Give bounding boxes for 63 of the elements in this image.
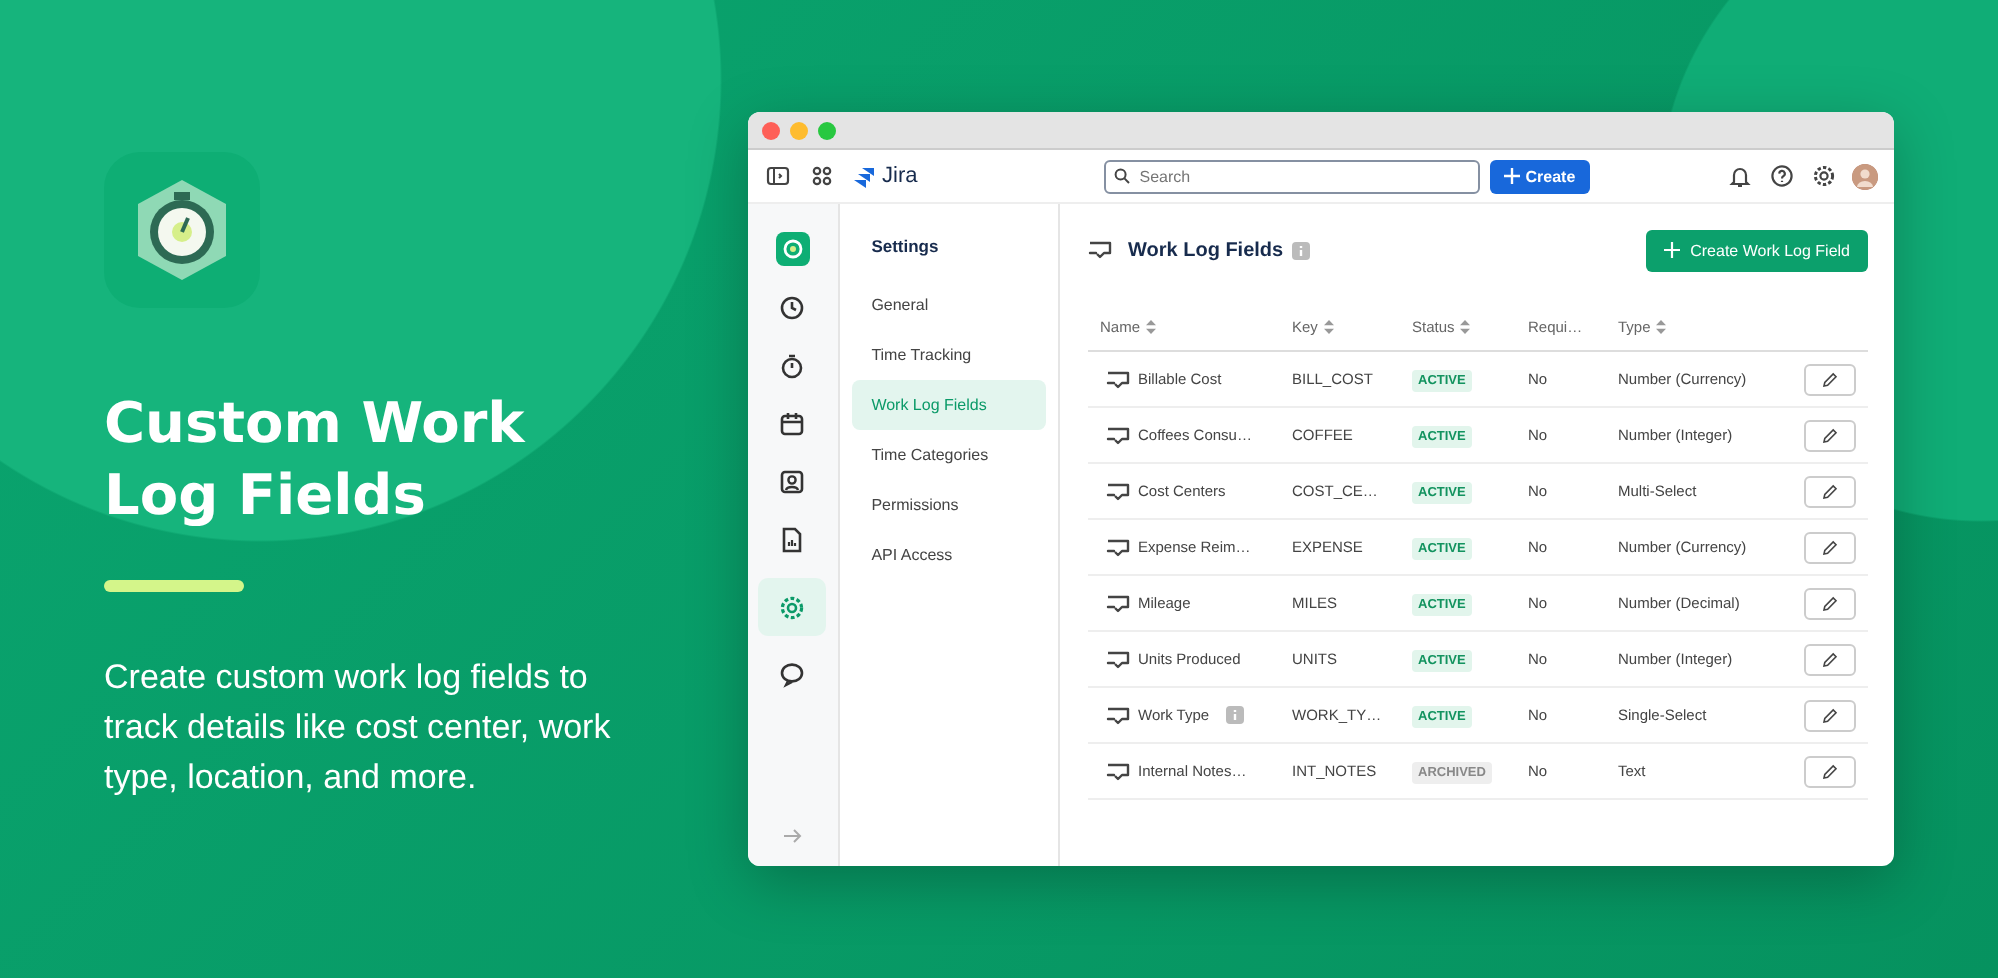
field-icon [1106, 369, 1130, 389]
pencil-icon [1822, 371, 1838, 387]
field-icon [1106, 593, 1130, 613]
plus-icon [1503, 168, 1520, 184]
contact-card-icon [778, 468, 807, 496]
pencil-icon [1822, 483, 1838, 499]
field-icon [1106, 705, 1130, 725]
pencil-icon [1822, 427, 1838, 443]
field-icon [1106, 649, 1130, 669]
settings-nav-item[interactable]: Time Tracking [851, 330, 1046, 380]
edit-button[interactable] [1804, 587, 1856, 619]
search-icon [1113, 168, 1130, 184]
apps-grid-icon[interactable] [808, 162, 836, 190]
field-icon [1106, 761, 1130, 781]
stopwatch-icon [778, 352, 807, 380]
info-icon [1291, 241, 1310, 259]
headline: Custom Work Log Fields [104, 388, 527, 532]
field-icon [1106, 481, 1130, 501]
edit-button[interactable] [1804, 363, 1856, 395]
settings-nav-item[interactable]: General [851, 280, 1046, 330]
clock-icon [778, 294, 807, 322]
edit-button[interactable] [1804, 699, 1856, 731]
pencil-icon [1822, 651, 1838, 667]
bell-icon[interactable] [1726, 162, 1754, 190]
settings-nav-item[interactable]: Time Categories [851, 430, 1046, 480]
jira-logo-icon[interactable] [854, 165, 876, 187]
app-logo-icon[interactable] [775, 232, 810, 266]
sidebar-toggle-icon[interactable] [764, 162, 792, 190]
calendar-icon [778, 410, 807, 438]
edit-button[interactable] [1804, 531, 1856, 563]
sort-icon[interactable] [1656, 319, 1667, 333]
sort-icon[interactable] [1146, 319, 1157, 333]
search-field[interactable]: Search [1103, 159, 1480, 193]
help-icon[interactable] [1768, 162, 1796, 190]
report-icon [778, 526, 807, 554]
plus-icon [1664, 242, 1681, 258]
edit-button[interactable] [1804, 755, 1856, 787]
description: Create custom work log fields to track details like cost center, work type, location, and more. [104, 656, 613, 800]
product-name: Jira [882, 164, 918, 188]
pencil-icon [1822, 539, 1838, 555]
info-icon [1225, 706, 1244, 724]
pencil-icon [1822, 763, 1838, 779]
settings-nav-item[interactable]: Work Log Fields [851, 380, 1046, 430]
settings-nav-item[interactable]: Permissions [851, 480, 1046, 530]
create-button[interactable]: Create [1489, 159, 1590, 193]
app-icon [104, 152, 260, 308]
field-icon [1106, 537, 1130, 557]
field-icon [1106, 425, 1130, 445]
field-list-icon [1088, 240, 1112, 260]
edit-button[interactable] [1804, 419, 1856, 451]
pencil-icon [1822, 707, 1838, 723]
settings-icon[interactable] [1810, 162, 1838, 190]
edit-button[interactable] [1804, 475, 1856, 507]
settings-title: Settings [869, 236, 941, 256]
edit-button[interactable] [1804, 643, 1856, 675]
create-field-button[interactable]: Create Work Log Field [1646, 229, 1868, 271]
settings-icon [778, 593, 807, 621]
page-title: Work Log Fields [1128, 239, 1284, 261]
sort-icon[interactable] [1460, 319, 1471, 333]
sort-icon[interactable] [1323, 319, 1334, 333]
settings-nav-item[interactable]: API Access [851, 530, 1046, 580]
chat-icon [778, 660, 807, 688]
pencil-icon [1822, 595, 1838, 611]
